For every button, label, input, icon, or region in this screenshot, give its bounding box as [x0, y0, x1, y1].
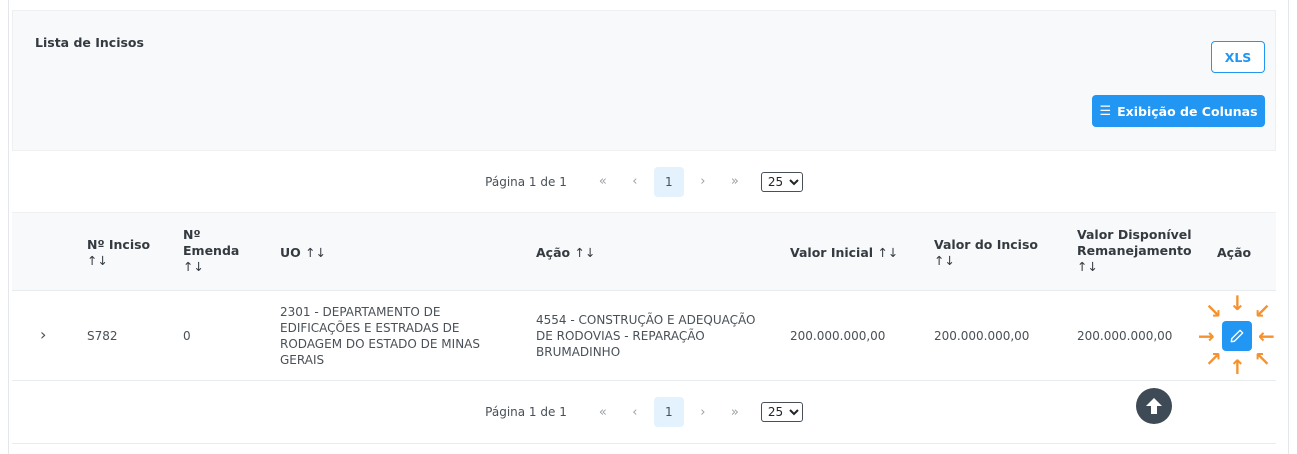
- sort-icon[interactable]: ↑↓: [305, 245, 326, 260]
- arrow-left-icon: ←: [1258, 324, 1275, 348]
- page-info: Página 1 de 1: [485, 405, 567, 419]
- page-1-button[interactable]: 1: [653, 397, 684, 427]
- scroll-to-top-button[interactable]: [1136, 388, 1172, 424]
- arrow-up-right-icon: ↗: [1205, 347, 1222, 371]
- column-display-button[interactable]: ☰ Exibição de Colunas: [1092, 95, 1265, 127]
- first-page-button[interactable]: «: [587, 166, 619, 198]
- table-header: Nº Inciso ↑↓ Nº Emenda ↑↓ UO ↑↓ Ação ↑↓ …: [12, 212, 1276, 290]
- cell-valor-disponivel: 200.000.000,00: [1077, 329, 1173, 343]
- cell-emenda: 0: [183, 329, 191, 343]
- edit-button[interactable]: [1222, 321, 1252, 351]
- sort-icon[interactable]: ↑↓: [574, 245, 595, 260]
- col-header-acao-actions: Ação: [1217, 245, 1252, 260]
- paginator-top: Página 1 de 1 « ‹ 1 › » 25: [12, 150, 1276, 212]
- col-header-emenda[interactable]: Nº Emenda ↑↓: [183, 227, 239, 275]
- sort-icon[interactable]: ↑↓: [877, 245, 898, 260]
- col-header-uo[interactable]: UO ↑↓: [280, 245, 326, 261]
- sort-icon[interactable]: ↑↓: [934, 253, 1038, 269]
- cell-uo: 2301 - DEPARTAMENTO DE EDIFICAÇÕES E EST…: [280, 305, 480, 367]
- arrow-up-icon: [1146, 398, 1162, 414]
- arrow-down-right-icon: ↘: [1205, 299, 1222, 323]
- arrow-up-icon: ↑: [1229, 355, 1246, 379]
- pencil-icon: [1230, 329, 1244, 343]
- list-icon: ☰: [1099, 103, 1112, 119]
- next-page-button[interactable]: ›: [687, 396, 719, 428]
- col-header-valor-disponivel[interactable]: Valor Disponível Remanejamento ↑↓: [1077, 227, 1192, 275]
- first-page-button[interactable]: «: [587, 396, 619, 428]
- sort-icon[interactable]: ↑↓: [87, 253, 150, 269]
- col-header-valor-inciso[interactable]: Valor do Inciso ↑↓: [934, 237, 1038, 269]
- paginator-bottom: Página 1 de 1 « ‹ 1 › » 25: [12, 381, 1276, 443]
- cell-inciso: S782: [87, 329, 118, 343]
- col-header-acao[interactable]: Ação ↑↓: [536, 245, 595, 261]
- divider: [12, 443, 1276, 444]
- rows-per-page-select[interactable]: 25: [760, 402, 803, 422]
- panel-title: Lista de Incisos: [35, 35, 144, 50]
- arrow-down-icon: ↓: [1229, 291, 1246, 315]
- cell-valor-inicial: 200.000.000,00: [790, 329, 886, 343]
- rows-per-page-select[interactable]: 25: [760, 171, 803, 192]
- row-expand-icon[interactable]: ›: [40, 325, 46, 344]
- table-row: › S782 0 2301 - DEPARTAMENTO DE EDIFICAÇ…: [12, 290, 1276, 381]
- last-page-button[interactable]: »: [719, 396, 751, 428]
- prev-page-button[interactable]: ‹: [619, 396, 651, 428]
- arrow-right-icon: →: [1198, 324, 1215, 348]
- page-1-button[interactable]: 1: [653, 166, 684, 197]
- last-page-button[interactable]: »: [719, 166, 751, 198]
- cell-acao: 4554 - CONSTRUÇÃO E ADEQUAÇÃO DE RODOVIA…: [536, 313, 756, 359]
- col-header-inciso[interactable]: Nº Inciso ↑↓: [87, 237, 150, 269]
- panel-header: Lista de Incisos XLS ☰ Exibição de Colun…: [12, 10, 1276, 150]
- sort-icon[interactable]: ↑↓: [183, 259, 239, 275]
- sort-icon[interactable]: ↑↓: [1077, 259, 1192, 275]
- next-page-button[interactable]: ›: [687, 166, 719, 198]
- arrow-down-left-icon: ↙: [1254, 299, 1271, 323]
- col-header-valor-inicial[interactable]: Valor Inicial ↑↓: [790, 245, 898, 261]
- arrow-up-left-icon: ↖: [1254, 347, 1271, 371]
- export-xls-button[interactable]: XLS: [1211, 41, 1265, 73]
- prev-page-button[interactable]: ‹: [619, 166, 651, 198]
- column-display-label: Exibição de Colunas: [1117, 103, 1258, 119]
- cell-valor-inciso: 200.000.000,00: [934, 329, 1030, 343]
- page-info: Página 1 de 1: [485, 174, 567, 189]
